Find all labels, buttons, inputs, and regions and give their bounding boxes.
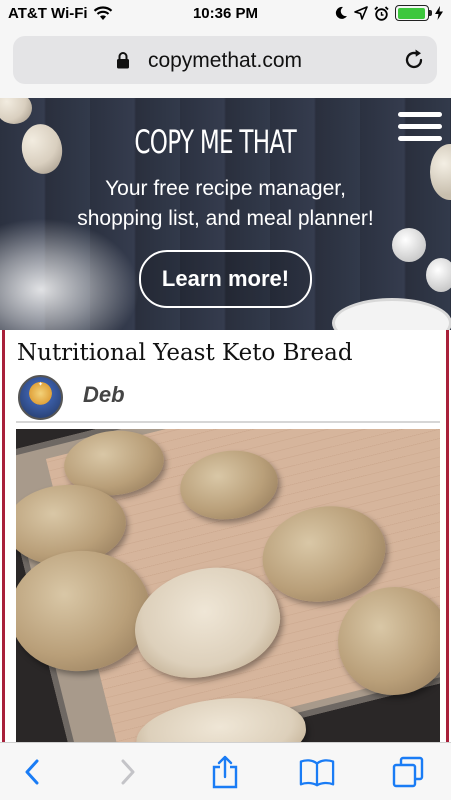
browser-toolbar: [0, 742, 451, 800]
learn-more-button[interactable]: Learn more!: [139, 250, 312, 308]
divider: [16, 421, 440, 423]
status-right: [335, 5, 443, 21]
status-bar: AT&T Wi-Fi 10:36 PM: [0, 0, 451, 28]
battery-level: [397, 7, 426, 19]
bookmarks-icon: [299, 759, 335, 787]
forward-button[interactable]: [110, 755, 146, 789]
quail-egg-image: [17, 120, 67, 178]
recipe-title[interactable]: Nutritional Yeast Keto Bread: [17, 340, 353, 366]
tagline-line-1: Your free recipe manager,: [105, 177, 346, 200]
author-avatar[interactable]: ✦: [18, 375, 63, 420]
pot-image: [332, 298, 451, 330]
status-left: AT&T Wi-Fi: [8, 5, 113, 22]
alarm-clock-icon: [374, 5, 389, 21]
url-bar[interactable]: copymethat.com: [13, 36, 437, 84]
share-button[interactable]: [207, 755, 243, 789]
hero-tagline: Your free recipe manager, shopping list,…: [0, 174, 451, 234]
bookmarks-button[interactable]: [299, 755, 335, 789]
logo-text: COPY ME THAT: [134, 123, 296, 161]
battery-icon: [395, 5, 432, 21]
hero-banner: COPY ME THAT Your free recipe manager, s…: [0, 98, 451, 330]
back-icon: [25, 759, 39, 785]
location-arrow-icon: [354, 6, 368, 20]
charging-bolt-icon: [435, 6, 443, 20]
recipe-photo[interactable]: [16, 429, 440, 742]
share-icon: [212, 755, 238, 789]
tabs-icon: [392, 756, 424, 788]
wifi-icon: [93, 6, 112, 20]
tagline-line-2: shopping list, and meal planner!: [77, 207, 374, 230]
url-text[interactable]: copymethat.com: [13, 49, 437, 73]
back-button[interactable]: [14, 755, 50, 789]
tabs-button[interactable]: [390, 755, 426, 789]
author-name[interactable]: Deb: [83, 382, 125, 408]
forward-icon: [121, 759, 135, 785]
copy-me-that-logo[interactable]: COPY ME THAT: [118, 122, 318, 162]
recipe-card[interactable]: Nutritional Yeast Keto Bread ✦ Deb: [2, 330, 449, 742]
moon-icon: [335, 6, 347, 19]
carrier-label: AT&T Wi-Fi: [8, 5, 88, 22]
flour-decoration: [0, 218, 140, 330]
reload-icon[interactable]: [402, 48, 426, 72]
avatar-picture-lettering: ✦: [37, 382, 44, 388]
browser-top-bar: copymethat.com: [0, 28, 451, 98]
quail-egg-image: [0, 98, 32, 124]
hamburger-menu-icon[interactable]: [398, 112, 442, 144]
mushroom-image: [426, 258, 451, 292]
